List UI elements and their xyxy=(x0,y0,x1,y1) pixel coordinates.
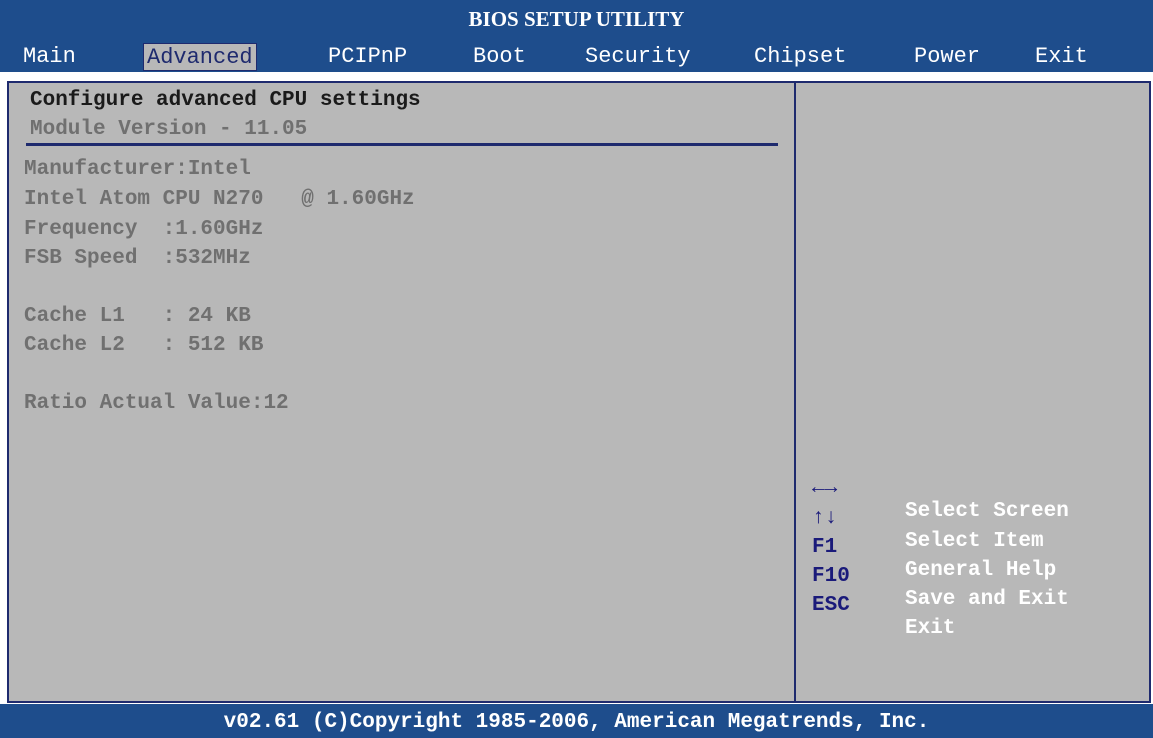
help-desc: Select Screen xyxy=(905,500,1069,523)
tab-security[interactable]: Security xyxy=(582,43,694,71)
help-row: ESC Exit xyxy=(812,571,955,663)
tab-boot[interactable]: Boot xyxy=(470,43,529,71)
panel-divider xyxy=(794,83,796,701)
cpu-manufacturer: Manufacturer:Intel xyxy=(24,158,251,181)
tab-chipset[interactable]: Chipset xyxy=(751,43,849,71)
ratio-actual-value: Ratio Actual Value:12 xyxy=(24,392,289,415)
help-desc: Save and Exit xyxy=(905,588,1069,611)
tab-advanced[interactable]: Advanced xyxy=(143,43,257,71)
copyright-footer: v02.61 (C)Copyright 1985-2006, American … xyxy=(0,704,1153,738)
main-area: Configure advanced CPU settings Module V… xyxy=(0,72,1153,704)
section-heading: Configure advanced CPU settings xyxy=(30,89,421,112)
menu-bar: Main Advanced PCIPnP Boot Security Chips… xyxy=(0,36,1153,72)
fsb-speed: FSB Speed :532MHz xyxy=(24,247,251,270)
heading-rule xyxy=(26,143,778,146)
cpu-frequency: Frequency :1.60GHz xyxy=(24,218,264,241)
tab-power[interactable]: Power xyxy=(911,43,983,71)
help-desc: General Help xyxy=(905,559,1057,582)
settings-panel: Configure advanced CPU settings Module V… xyxy=(7,81,1151,703)
esc-key: ESC xyxy=(812,594,850,617)
module-version: Module Version - 11.05 xyxy=(30,118,308,141)
cache-l1: Cache L1 : 24 KB xyxy=(24,305,251,328)
bios-title: BIOS SETUP UTILITY xyxy=(0,0,1153,36)
help-desc: Select Item xyxy=(905,530,1044,553)
tab-exit[interactable]: Exit xyxy=(1032,43,1091,71)
cpu-model: Intel Atom CPU N270 @ 1.60GHz xyxy=(24,188,415,211)
tab-pcipnp[interactable]: PCIPnP xyxy=(325,43,410,71)
tab-main[interactable]: Main xyxy=(20,43,79,71)
help-desc: Exit xyxy=(905,617,956,640)
cache-l2: Cache L2 : 512 KB xyxy=(24,334,264,357)
